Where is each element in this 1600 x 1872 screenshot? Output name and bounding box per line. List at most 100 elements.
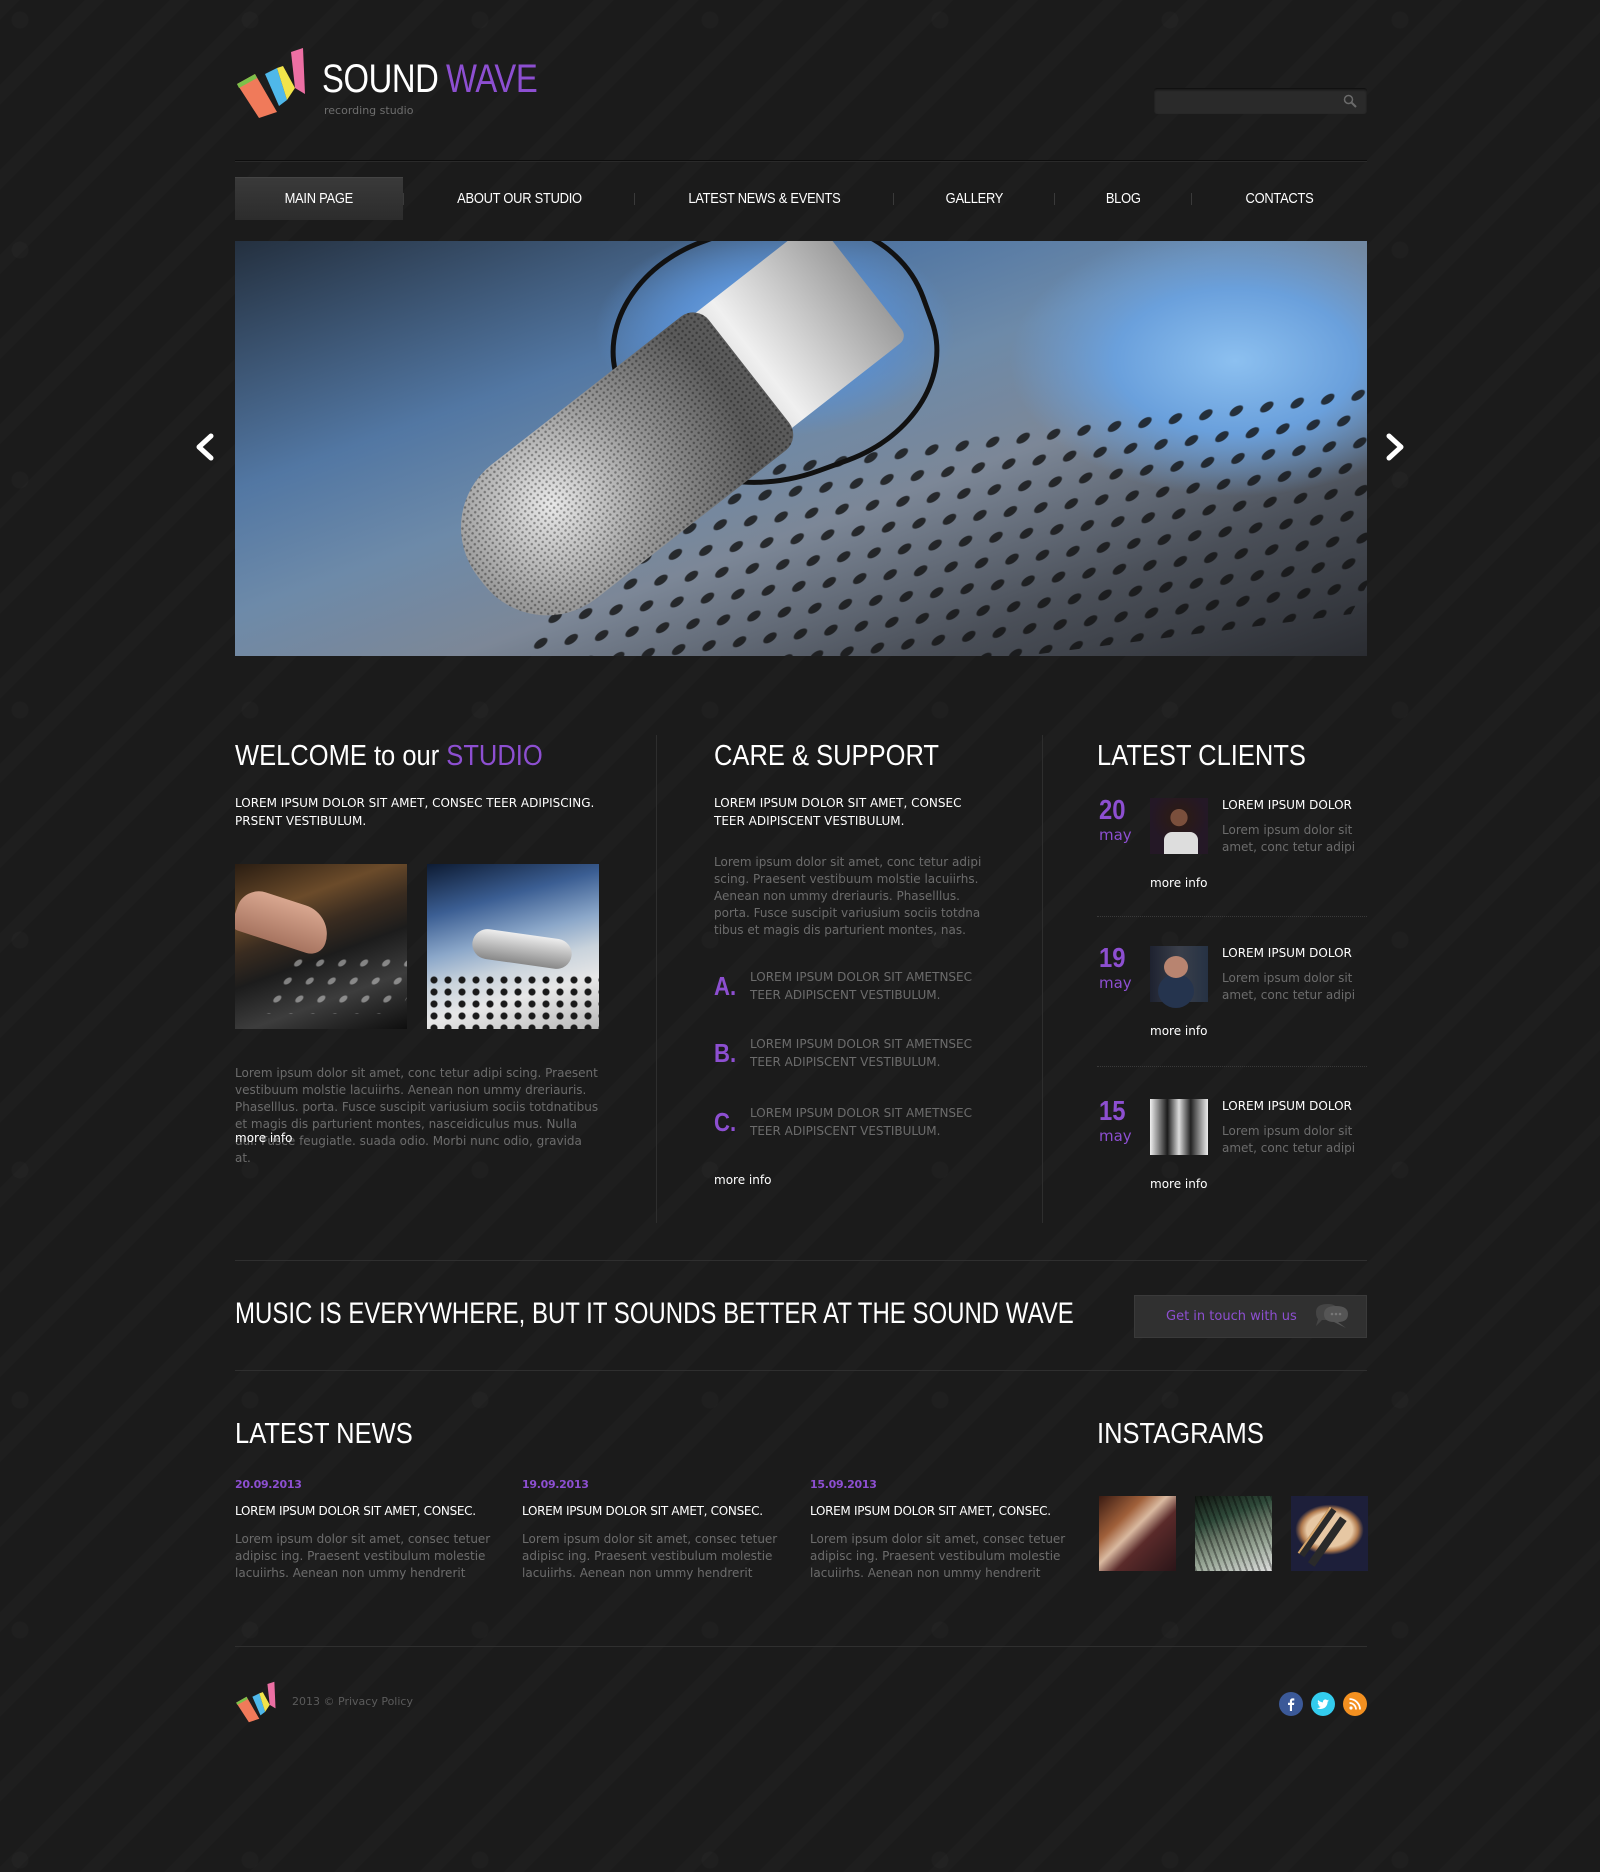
welcome-title: WELCOME to our STUDIO: [235, 742, 605, 771]
client-text: Lorem ipsum dolor sit amet, conc tetur a…: [1222, 823, 1356, 854]
client-title: LOREM IPSUM DOLOR: [1222, 1099, 1352, 1113]
welcome-more-info-link[interactable]: more info: [235, 1131, 292, 1145]
nav-label: CONTACTS: [1245, 190, 1314, 207]
news-date: 15.09.2013: [810, 1478, 877, 1491]
news-item: 19.09.2013 LOREM IPSUM DOLOR SIT AMET, C…: [522, 1478, 782, 1582]
copyright-year: 2013 ©: [292, 1695, 335, 1708]
news-title: LATEST NEWS: [235, 1420, 1095, 1449]
care-title: CARE & SUPPORT: [714, 742, 994, 771]
nav-item-gallery[interactable]: GALLERY: [894, 177, 1054, 220]
news-excerpt: Lorem ipsum dolor sit amet, consec tetue…: [522, 1532, 778, 1580]
mixer-hand-image: [235, 864, 407, 1029]
nav-item-blog[interactable]: BLOG: [1055, 177, 1191, 220]
news-headline-link[interactable]: LOREM IPSUM DOLOR SIT AMET, CONSEC.: [235, 1504, 495, 1518]
list-letter: C.: [714, 1106, 737, 1137]
brand-word-sound: SOUND: [322, 57, 439, 101]
news-item: 20.09.2013 LOREM IPSUM DOLOR SIT AMET, C…: [235, 1478, 495, 1582]
client-divider: [1097, 916, 1367, 917]
client-divider: [1097, 1066, 1367, 1067]
slide-microphone-mixer-image: [235, 241, 1367, 656]
nav-label: ABOUT OUR STUDIO: [456, 190, 582, 207]
welcome-images: [235, 864, 599, 1029]
slider-prev-button[interactable]: [193, 430, 217, 464]
get-in-touch-button[interactable]: Get in touch with us: [1134, 1295, 1367, 1338]
twitter-button[interactable]: [1311, 1692, 1335, 1716]
instagrams-title: INSTAGRAMS: [1097, 1420, 1367, 1449]
care-list-item: C. LOREM IPSUM DOLOR SIT AMETNSEC TEER A…: [714, 1104, 990, 1140]
section-divider: [235, 1370, 1367, 1371]
client-day: 15: [1099, 1095, 1126, 1126]
list-letter: B.: [714, 1037, 737, 1068]
header: SOUND WAVE recording studio: [235, 48, 1367, 118]
news-excerpt: Lorem ipsum dolor sit amet, consec tetue…: [235, 1532, 491, 1580]
care-list-item: B. LOREM IPSUM DOLOR SIT AMETNSEC TEER A…: [714, 1035, 990, 1071]
client-text: Lorem ipsum dolor sit amet, conc tetur a…: [1222, 971, 1356, 1002]
nav-item-main-page[interactable]: MAIN PAGE: [235, 177, 403, 220]
client-text: Lorem ipsum dolor sit amet, conc tetur a…: [1222, 1124, 1356, 1155]
social-links: [1279, 1692, 1367, 1716]
slider-next-button[interactable]: [1383, 430, 1407, 464]
nav-item-latest-news-events[interactable]: LATEST NEWS & EVENTS: [635, 177, 893, 220]
welcome-title-text: WELCOME to our: [235, 740, 440, 772]
chevron-right-icon: [1386, 433, 1404, 461]
search-icon[interactable]: [1343, 94, 1357, 108]
client-photo[interactable]: [1150, 946, 1208, 1002]
nav-item-about-our-studio[interactable]: ABOUT OUR STUDIO: [404, 177, 634, 220]
client-more-info-link[interactable]: more info: [1150, 1024, 1207, 1038]
instagrams-title-text: INSTAGRAMS: [1097, 1418, 1264, 1450]
care-more-info-link[interactable]: more info: [714, 1173, 771, 1187]
rss-button[interactable]: [1343, 1692, 1367, 1716]
studio-microphone-image: [427, 864, 599, 1029]
instagrams-section: INSTAGRAMS: [1097, 1420, 1368, 1571]
column-divider: [1042, 735, 1043, 1223]
clients-title-text: LATEST CLIENTS: [1097, 740, 1306, 772]
chat-bubbles-icon: [1316, 1304, 1348, 1328]
footer: 2013 © Privacy Policy: [235, 1680, 1367, 1724]
care-support-section: CARE & SUPPORT LOREM IPSUM DOLOR SIT AME…: [714, 742, 994, 1188]
client-month: may: [1099, 974, 1132, 992]
care-subtitle: LOREM IPSUM DOLOR SIT AMET, CONSEC TEER …: [714, 796, 962, 828]
sound-wave-logo-icon[interactable]: [235, 48, 311, 118]
rss-icon: [1349, 1698, 1361, 1710]
instagram-photo-mixing-console[interactable]: [1195, 1496, 1272, 1571]
client-month: may: [1099, 1127, 1132, 1145]
client-more-info-link[interactable]: more info: [1150, 1177, 1207, 1191]
news-title-text: LATEST NEWS: [235, 1418, 413, 1450]
welcome-subtitle: LOREM IPSUM DOLOR SIT AMET, CONSEC TEER …: [235, 796, 595, 828]
care-title-text: CARE & SUPPORT: [714, 740, 940, 772]
hero-slider[interactable]: [235, 241, 1367, 656]
brand-name[interactable]: SOUND WAVE: [322, 59, 557, 99]
news-headline-link[interactable]: LOREM IPSUM DOLOR SIT AMET, CONSEC.: [810, 1504, 1070, 1518]
header-divider: [235, 160, 1367, 162]
latest-news-section: LATEST NEWS 20.09.2013 LOREM IPSUM DOLOR…: [235, 1420, 1095, 1581]
nav-item-contacts[interactable]: CONTACTS: [1192, 177, 1367, 220]
client-photo[interactable]: [1150, 1099, 1208, 1155]
brand-tagline: recording studio: [324, 104, 414, 117]
client-day: 19: [1099, 942, 1126, 973]
client-title: LOREM IPSUM DOLOR: [1222, 798, 1352, 812]
client-item: 15 may LOREM IPSUM DOLOR Lorem ipsum dol…: [1097, 1097, 1367, 1197]
nav-label: BLOG: [1105, 190, 1141, 207]
twitter-icon: [1317, 1699, 1329, 1709]
nav-label: LATEST NEWS & EVENTS: [687, 190, 841, 207]
chevron-left-icon: [196, 433, 214, 461]
client-day: 20: [1099, 794, 1126, 825]
instagram-photo-drum[interactable]: [1291, 1496, 1368, 1571]
clients-title: LATEST CLIENTS: [1097, 742, 1367, 771]
get-in-touch-label: Get in touch with us: [1166, 1309, 1297, 1324]
client-photo[interactable]: [1150, 798, 1208, 854]
welcome-body: Lorem ipsum dolor sit amet, conc tetur a…: [235, 1066, 599, 1165]
search-input[interactable]: [1154, 89, 1334, 113]
facebook-button[interactable]: [1279, 1692, 1303, 1716]
care-list-item: A. LOREM IPSUM DOLOR SIT AMETNSEC TEER A…: [714, 968, 990, 1004]
news-date: 20.09.2013: [235, 1478, 302, 1491]
privacy-policy-link[interactable]: Privacy Policy: [338, 1695, 413, 1708]
news-item: 15.09.2013 LOREM IPSUM DOLOR SIT AMET, C…: [810, 1478, 1070, 1582]
footer-logo-icon[interactable]: [235, 1680, 279, 1724]
nav-label: MAIN PAGE: [284, 190, 354, 207]
list-text: LOREM IPSUM DOLOR SIT AMETNSEC TEER ADIP…: [750, 1106, 973, 1138]
client-more-info-link[interactable]: more info: [1150, 876, 1207, 890]
slogan-banner: MUSIC IS EVERYWHERE, BUT IT SOUNDS BETTE…: [235, 1295, 1367, 1338]
instagram-photo-singer[interactable]: [1099, 1496, 1176, 1571]
news-headline-link[interactable]: LOREM IPSUM DOLOR SIT AMET, CONSEC.: [522, 1504, 782, 1518]
